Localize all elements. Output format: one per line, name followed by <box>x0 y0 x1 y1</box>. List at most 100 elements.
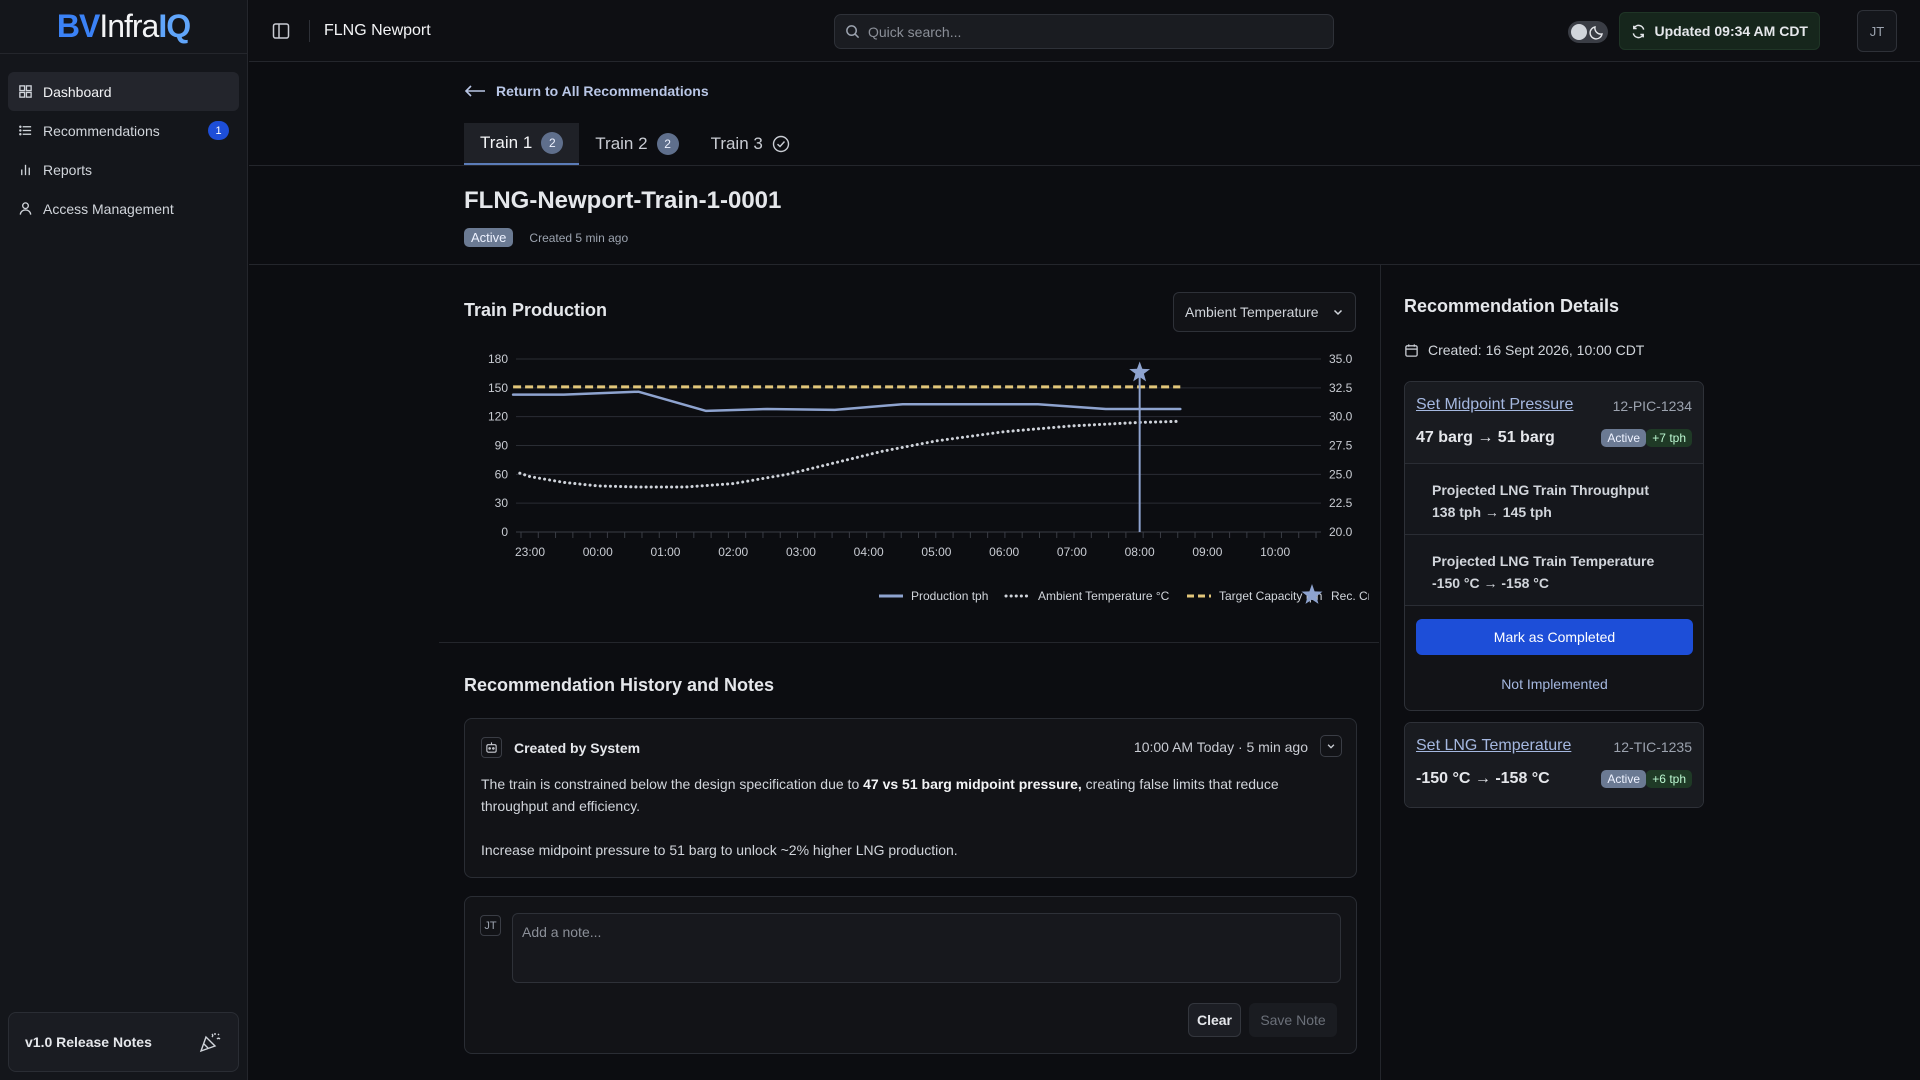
tab-train-2[interactable]: Train 2 2 <box>579 123 694 165</box>
back-to-recommendations-link[interactable]: Return to All Recommendations <box>464 83 709 99</box>
history-note: Created by System 10:00 AM Today · 5 min… <box>464 718 1357 878</box>
note-textarea[interactable] <box>512 913 1341 983</box>
section-divider <box>249 264 1920 265</box>
logo-bv: BV <box>56 8 100 44</box>
note-composer: JT Clear Save Note <box>464 896 1357 1054</box>
tab-train-3[interactable]: Train 3 <box>695 123 806 165</box>
tab-label: Train 3 <box>710 134 763 153</box>
check-circle-icon <box>772 135 790 153</box>
back-link-label: Return to All Recommendations <box>496 83 709 99</box>
y-left-tick-label: 150 <box>488 381 508 395</box>
note-timestamp: 10:00 AM Today · 5 min ago <box>1133 739 1308 755</box>
note-author: Created by System <box>514 739 641 756</box>
note-body: The train is constrained below the desig… <box>481 773 1311 861</box>
tab-count-badge: 2 <box>541 132 564 154</box>
y-right-tick-label: 22.5 <box>1329 496 1353 510</box>
calendar-icon <box>1405 343 1418 357</box>
y-right-tick-label: 35.0 <box>1329 352 1353 366</box>
tab-train-1[interactable]: Train 1 2 <box>464 123 580 165</box>
note-text: The train is constrained below the desig… <box>481 776 864 792</box>
gain-badge: +6 tph <box>1646 770 1692 788</box>
sidebar-item-dashboard[interactable]: Dashboard <box>8 72 239 111</box>
overlay-select[interactable]: Ambient Temperature <box>1173 292 1356 332</box>
header-divider <box>309 19 310 42</box>
count-badge: 1 <box>208 121 229 140</box>
tabs-divider <box>249 165 1920 166</box>
recommendation-card[interactable]: Set LNG Temperature 12-TIC-1235 -150 °C … <box>1404 722 1704 808</box>
tab-count-badge: 2 <box>656 133 679 155</box>
x-tick-label: 23:00 <box>515 545 545 559</box>
note-paragraph: Increase midpoint pressure to 51 barg to… <box>481 842 958 858</box>
legend-label: Production tph <box>911 589 988 603</box>
release-notes-button[interactable]: v1.0 Release Notes <box>8 1012 239 1072</box>
list-icon <box>19 125 32 136</box>
search-input[interactable] <box>868 23 1308 40</box>
status-row: Active Created 5 min ago <box>464 228 628 247</box>
bar-chart-icon <box>21 164 30 176</box>
brand-logo[interactable]: BV Infra IQ <box>0 0 247 54</box>
x-tick-label: 08:00 <box>1125 545 1155 559</box>
sidebar-item-recommendations[interactable]: Recommendations 1 <box>8 111 239 150</box>
sidebar-item-label: Recommendations <box>43 122 160 139</box>
projection-label: Projected LNG Train Throughput <box>1432 482 1649 498</box>
rec-card-header: Set Midpoint Pressure 12-PIC-1234 47 bar… <box>1405 382 1703 464</box>
mark-completed-button[interactable]: Mark as Completed <box>1416 619 1693 655</box>
rec-tag: 12-TIC-1235 <box>1613 739 1692 755</box>
tab-label: Train 1 <box>480 133 533 152</box>
refresh-icon <box>1633 24 1645 38</box>
rec-change: -150 °C → -158 °C <box>1416 770 1550 787</box>
release-notes-label: v1.0 Release Notes <box>25 1034 152 1050</box>
x-tick-label: 03:00 <box>786 545 816 559</box>
save-note-button[interactable]: Save Note <box>1249 1003 1337 1037</box>
note-expand-button[interactable] <box>1320 735 1342 757</box>
arrow-left-icon <box>464 85 485 97</box>
train-production-chart: 180 35.0 150 32.5 120 30.0 90 27.5 60 25.0 30 22.5 0… <box>488 352 1369 604</box>
clear-button[interactable]: Clear <box>1188 1003 1241 1037</box>
not-implemented-button[interactable]: Not Implemented <box>1416 666 1693 702</box>
quick-search[interactable] <box>834 14 1334 49</box>
user-avatar[interactable]: JT <box>1857 10 1897 52</box>
toggle-knob <box>1571 24 1587 40</box>
details-created: Created: 16 Sept 2026, 10:00 CDT <box>1404 342 1644 358</box>
main-content: Return to All Recommendations Train 1 2 … <box>249 63 1920 1080</box>
history-title: Recommendation History and Notes <box>464 675 775 695</box>
rec-tag: 12-PIC-1234 <box>1612 398 1692 414</box>
rec-name-link[interactable]: Set Midpoint Pressure <box>1416 396 1573 414</box>
dashboard-icon <box>19 85 32 98</box>
x-tick-label: 00:00 <box>583 545 613 559</box>
site-name: FLNG Newport <box>324 21 431 39</box>
gain-badge: +7 tph <box>1646 429 1692 447</box>
rec-name-link[interactable]: Set LNG Temperature <box>1416 737 1571 755</box>
y-right-tick-label: 30.0 <box>1329 410 1353 424</box>
y-left-tick-label: 180 <box>488 352 508 366</box>
y-left-tick-label: 90 <box>495 439 509 453</box>
sidebar-item-reports[interactable]: Reports <box>8 150 239 189</box>
y-right-tick-label: 25.0 <box>1329 467 1353 481</box>
projection-temperature: Projected LNG Train Temperature -150 °C … <box>1405 535 1703 606</box>
sidebar-toggle-icon[interactable] <box>271 21 291 41</box>
page-title: FLNG-Newport-Train-1-0001 <box>464 187 782 214</box>
updated-text: Updated 09:34 AM CDT <box>1654 23 1808 39</box>
note-emphasis: 47 vs 51 barg midpoint pressure, <box>863 776 1082 792</box>
chevron-down-icon <box>1333 309 1343 316</box>
x-tick-label: 10:00 <box>1260 545 1290 559</box>
y-right-tick-label: 32.5 <box>1329 381 1353 395</box>
note-paragraph: The train is constrained below the desig… <box>481 773 1311 817</box>
tab-label: Train 2 <box>595 134 648 153</box>
logo-iq: IQ <box>158 8 191 44</box>
status-badge: Active <box>464 228 514 247</box>
projection-value: 138 tph → 145 tph <box>1432 504 1552 520</box>
projection-label: Projected LNG Train Temperature <box>1432 553 1655 569</box>
sidebar-nav: Dashboard Recommendations 1 Reports Acce… <box>0 54 247 228</box>
updated-status[interactable]: Updated 09:34 AM CDT <box>1619 12 1820 50</box>
x-tick-label: 09:00 <box>1192 545 1222 559</box>
rec-change: 47 barg → 51 barg <box>1416 429 1555 446</box>
theme-toggle[interactable] <box>1568 21 1608 43</box>
created-date: Created: 16 Sept 2026, 10:00 CDT <box>1428 342 1645 358</box>
sidebar-item-access-management[interactable]: Access Management <box>8 189 239 228</box>
projection-throughput: Projected LNG Train Throughput 138 tph →… <box>1405 464 1703 535</box>
chart-title: Train Production <box>464 300 608 320</box>
x-tick-label: 05:00 <box>921 545 951 559</box>
logo-infra: Infra <box>99 8 159 44</box>
sidebar-item-label: Reports <box>43 161 93 178</box>
